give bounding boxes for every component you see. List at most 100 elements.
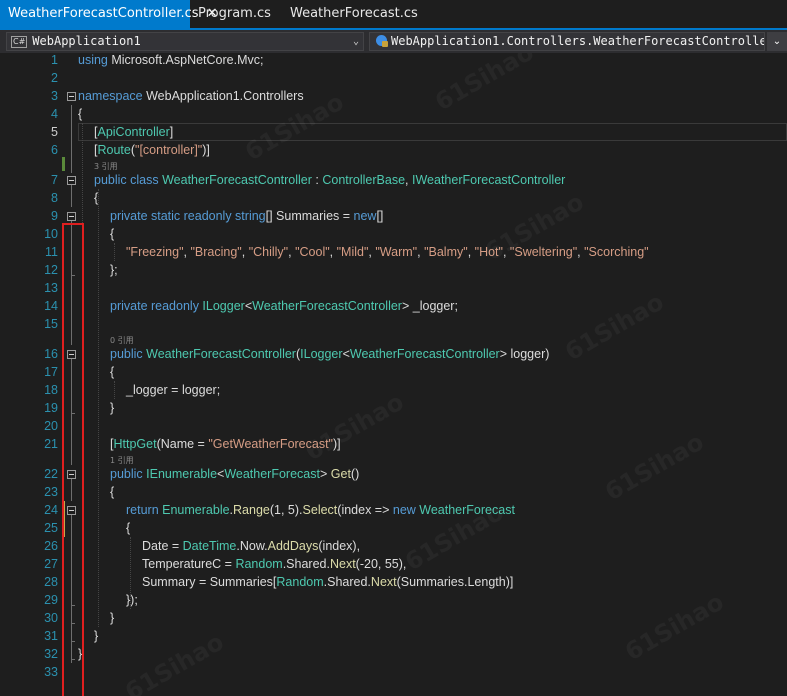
code-line[interactable]: } <box>94 627 98 645</box>
code-token: (Summaries.Length)] <box>396 575 514 589</box>
code-token: { <box>126 521 131 535</box>
code-token: , <box>405 173 412 187</box>
code-token: HttpGet <box>113 437 157 451</box>
code-line[interactable]: Summary = Summaries[Random.Shared.Next(S… <box>142 573 513 591</box>
type-scope-dropdown[interactable]: WebApplication1.Controllers.WeatherForec… <box>369 32 765 51</box>
code-line[interactable]: { <box>126 519 130 537</box>
code-token: () <box>350 467 360 481</box>
code-token: (1, 5). <box>269 503 303 517</box>
project-dropdown[interactable]: C# WebApplication1 ⌄ <box>6 32 364 51</box>
code-token: Random <box>276 575 324 589</box>
line-number: 2 <box>51 71 58 85</box>
line-number: 11 <box>45 245 58 259</box>
code-token: )] <box>202 143 210 157</box>
line-number: 15 <box>44 317 58 331</box>
tab-program[interactable]: Program.cs <box>190 0 282 28</box>
code-line[interactable]: private readonly ILogger<WeatherForecast… <box>110 297 458 315</box>
code-line[interactable]: [ApiController] <box>94 123 173 141</box>
code-token: > logger) <box>499 347 550 361</box>
code-line[interactable]: public IEnumerable<WeatherForecast> Get(… <box>110 465 359 483</box>
code-line[interactable]: }; <box>110 261 118 279</box>
line-number: 9 <box>51 209 58 223</box>
line-number: 7 <box>51 173 58 187</box>
code-token: .Shared. <box>323 575 371 589</box>
code-line[interactable]: [Route("[controller]")] <box>94 141 210 159</box>
code-editor[interactable]: 1 2 3 4 5 6 7 8 9 10 11 12 13 14 15 16 17 18 19 20 21 22 23 24 2… <box>0 53 787 696</box>
line-number: 4 <box>51 107 58 121</box>
member-dropdown-button[interactable]: ⌄ <box>767 32 787 51</box>
code-token: "Scorching" <box>584 245 649 259</box>
type-scope-name: WebApplication1.Controllers.WeatherForec… <box>391 34 765 48</box>
code-line[interactable]: return Enumerable.Range(1, 5).Select(ind… <box>126 501 515 519</box>
line-number: 6 <box>51 143 58 157</box>
reference-codelens[interactable]: 1 引用 <box>110 456 134 466</box>
fold-region-line <box>71 185 72 207</box>
code-token: Select <box>302 503 338 517</box>
line-number: 3 <box>51 89 58 103</box>
code-token: (Name = <box>156 437 209 451</box>
code-token: } <box>94 629 99 643</box>
tab-weatherforecastcontroller[interactable]: WeatherForecastController.cs ✕ <box>0 0 217 28</box>
code-token: "Cool" <box>295 245 330 259</box>
code-token: "Balmy" <box>424 245 468 259</box>
code-line[interactable]: } <box>110 399 114 417</box>
change-tracking-marker <box>62 157 65 171</box>
code-token: Range <box>233 503 270 517</box>
code-line[interactable]: namespace WebApplication1.Controllers <box>78 87 304 105</box>
collapse-toggle-icon[interactable] <box>67 212 76 221</box>
code-token: "GetWeatherForecast" <box>208 437 333 451</box>
code-line[interactable]: Date = DateTime.Now.AddDays(index), <box>142 537 360 555</box>
code-token: DateTime <box>182 539 237 553</box>
tab-label: WeatherForecast.cs <box>290 6 418 21</box>
chevron-down-icon: ⌄ <box>352 36 359 47</box>
code-line[interactable]: { <box>110 225 114 243</box>
code-token: "Freezing" <box>126 245 184 259</box>
watermark-text: 61Sihao <box>620 588 728 667</box>
code-token: )] <box>333 437 341 451</box>
code-line[interactable]: _logger = logger; <box>126 381 220 399</box>
code-token: Date = <box>142 539 183 553</box>
code-line[interactable]: "Freezing", "Bracing", "Chilly", "Cool",… <box>126 243 649 261</box>
reference-codelens[interactable]: 0 引用 <box>110 336 134 346</box>
line-number: 30 <box>44 611 58 625</box>
current-line-highlight <box>78 123 787 141</box>
code-token: [] Summaries = <box>265 209 354 223</box>
code-line[interactable]: public WeatherForecastController(ILogger… <box>110 345 549 363</box>
indent-guide <box>114 243 116 261</box>
code-token: , <box>329 245 337 259</box>
code-line[interactable]: { <box>110 363 114 381</box>
code-token: public <box>110 347 147 361</box>
code-line[interactable]: using Microsoft.AspNetCore.Mvc; <box>78 53 263 69</box>
code-token: WeatherForecast <box>224 467 320 481</box>
code-line[interactable]: TemperatureC = Random.Shared.Next(-20, 5… <box>142 555 406 573</box>
code-token: { <box>78 107 83 121</box>
editor-margin <box>0 53 22 696</box>
code-token: private static readonly string <box>110 209 266 223</box>
collapse-toggle-icon[interactable] <box>67 92 76 101</box>
code-line[interactable]: } <box>110 609 114 627</box>
line-number: 25 <box>44 521 58 535</box>
code-token: { <box>110 485 115 499</box>
watermark-text: 61Sihao <box>120 628 228 696</box>
document-tab-bar: WeatherForecastController.cs ✕ Program.cs… <box>0 0 787 30</box>
csharp-project-icon: C# <box>11 36 28 48</box>
indent-guide <box>98 189 100 627</box>
code-token: Summary = Summaries[ <box>142 575 277 589</box>
code-token: ILogger <box>300 347 343 361</box>
code-token: Enumerable <box>162 503 230 517</box>
code-line[interactable]: { <box>78 105 82 123</box>
line-number: 33 <box>44 665 58 679</box>
tab-weatherforecast[interactable]: WeatherForecast.cs <box>282 0 422 28</box>
code-token: IEnumerable <box>146 467 218 481</box>
line-number: 24 <box>44 503 58 517</box>
code-token: > <box>319 467 331 481</box>
indent-guide <box>114 381 116 399</box>
code-line[interactable]: private static readonly string[] Summari… <box>110 207 383 225</box>
line-number: 28 <box>44 575 58 589</box>
code-line[interactable]: [HttpGet(Name = "GetWeatherForecast")] <box>110 435 341 453</box>
reference-codelens[interactable]: 3 引用 <box>94 162 118 172</box>
collapse-toggle-icon[interactable] <box>67 176 76 185</box>
code-line[interactable]: public class WeatherForecastController :… <box>94 171 565 189</box>
code-line[interactable]: { <box>110 483 114 501</box>
fold-region-line <box>71 105 72 173</box>
